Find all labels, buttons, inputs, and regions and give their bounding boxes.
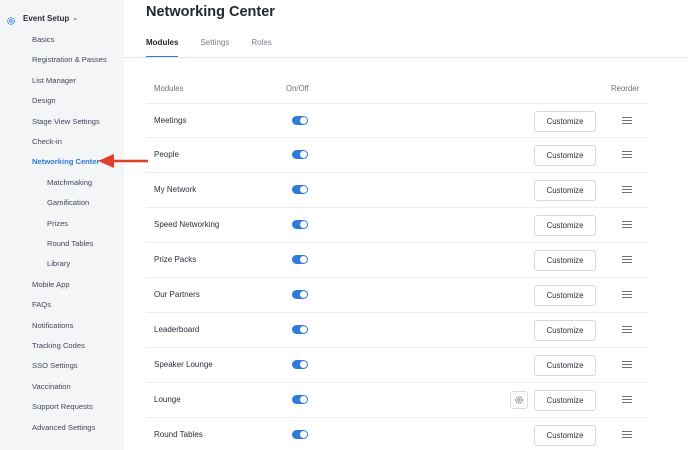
customize-button[interactable]: Customize [534,320,596,341]
table-row: Speaker Lounge Customize [146,348,648,383]
module-name: Speaker Lounge [154,360,213,369]
customize-button[interactable]: Customize [534,285,596,306]
sidebar-item-library[interactable]: Library [47,259,70,268]
module-toggle[interactable] [292,360,308,369]
module-toggle[interactable] [292,395,308,404]
drag-handle-icon[interactable] [622,291,632,299]
sidebar-item-gamification[interactable]: Gamification [47,198,89,207]
table-row: Lounge Customize [146,383,648,418]
sidebar-item-registration-passes[interactable]: Registration & Passes [32,55,107,64]
customize-button[interactable]: Customize [534,390,596,411]
column-header-reorder: Reorder [611,84,640,93]
tab-settings[interactable]: Settings [200,38,229,58]
customize-button[interactable]: Customize [534,215,596,236]
module-name: Prize Packs [154,255,197,264]
gear-icon [6,13,16,25]
page-title: Networking Center [146,4,275,20]
module-name: My Network [154,185,197,194]
drag-handle-icon[interactable] [622,256,632,264]
gear-icon [515,396,523,404]
drag-handle-icon[interactable] [622,396,632,404]
customize-button[interactable]: Customize [534,145,596,166]
table-row: Meetings Customize [146,103,648,138]
sidebar-item-list-manager[interactable]: List Manager [32,76,76,85]
sidebar-item-check-in[interactable]: Check-in [32,137,62,146]
red-arrow-icon [98,154,148,168]
table-row: Speed Networking Customize [146,208,648,243]
table-row: People Customize [146,138,648,173]
drag-handle-icon[interactable] [622,186,632,194]
sidebar-item-tracking-codes[interactable]: Tracking Codes [32,341,85,350]
sidebar-item-support-requests[interactable]: Support Requests [32,402,93,411]
sidebar-item-matchmaking[interactable]: Matchmaking [47,178,92,187]
sidebar-header-label: Event Setup [23,13,70,23]
module-name: Round Tables [154,430,203,439]
drag-handle-icon[interactable] [622,221,632,229]
chevron-down-icon: ⌄ [72,15,79,22]
customize-button[interactable]: Customize [534,250,596,271]
module-toggle[interactable] [292,220,308,229]
customize-button[interactable]: Customize [534,111,596,132]
sidebar-item-prizes[interactable]: Prizes [47,219,68,228]
sidebar-item-faqs[interactable]: FAQs [32,300,51,309]
module-name: Meetings [154,116,187,125]
sidebar: Event Setup ⌄ Basics Registration & Pass… [0,0,124,450]
drag-handle-icon[interactable] [622,151,632,159]
tab-roles[interactable]: Roles [251,38,271,58]
table-row: Leaderboard Customize [146,313,648,348]
customize-button[interactable]: Customize [534,425,596,446]
table-row: My Network Customize [146,173,648,208]
module-name: Speed Networking [154,220,220,229]
module-toggle[interactable] [292,116,308,125]
drag-handle-icon[interactable] [622,326,632,334]
sidebar-item-round-tables[interactable]: Round Tables [47,239,93,248]
sidebar-item-advanced-settings[interactable]: Advanced Settings [32,423,95,432]
table-row: Round Tables Customize [146,418,648,450]
sidebar-item-design[interactable]: Design [32,96,56,105]
sidebar-item-networking-center[interactable]: Networking Center [32,157,100,166]
column-header-modules: Modules [154,84,184,93]
tab-modules[interactable]: Modules [146,38,179,58]
column-header-onoff: On/Off [286,84,309,93]
table-row: Our Partners Customize [146,278,648,313]
sidebar-header[interactable]: Event Setup ⌄ [6,13,79,25]
sidebar-item-basics[interactable]: Basics [32,35,54,44]
table-row: Prize Packs Customize [146,243,648,278]
tab-bar: Modules Settings Roles [146,38,294,58]
module-name: People [154,150,179,159]
drag-handle-icon[interactable] [622,361,632,369]
tabs-divider [124,57,688,58]
sidebar-item-stage-view-settings[interactable]: Stage View Settings [32,117,100,126]
sidebar-item-mobile-app[interactable]: Mobile App [32,280,70,289]
module-toggle[interactable] [292,150,308,159]
module-toggle[interactable] [292,430,308,439]
module-name: Lounge [154,395,181,404]
module-toggle[interactable] [292,290,308,299]
sidebar-item-vaccination[interactable]: Vaccination [32,382,71,391]
customize-button[interactable]: Customize [534,355,596,376]
sidebar-item-notifications[interactable]: Notifications [32,321,73,330]
drag-handle-icon[interactable] [622,117,632,125]
customize-button[interactable]: Customize [534,180,596,201]
module-name: Leaderboard [154,325,200,334]
drag-handle-icon[interactable] [622,431,632,439]
sidebar-item-sso-settings[interactable]: SSO Settings [32,361,78,370]
module-name: Our Partners [154,290,200,299]
module-toggle[interactable] [292,255,308,264]
module-toggle[interactable] [292,185,308,194]
module-settings-button[interactable] [510,391,528,409]
module-toggle[interactable] [292,325,308,334]
